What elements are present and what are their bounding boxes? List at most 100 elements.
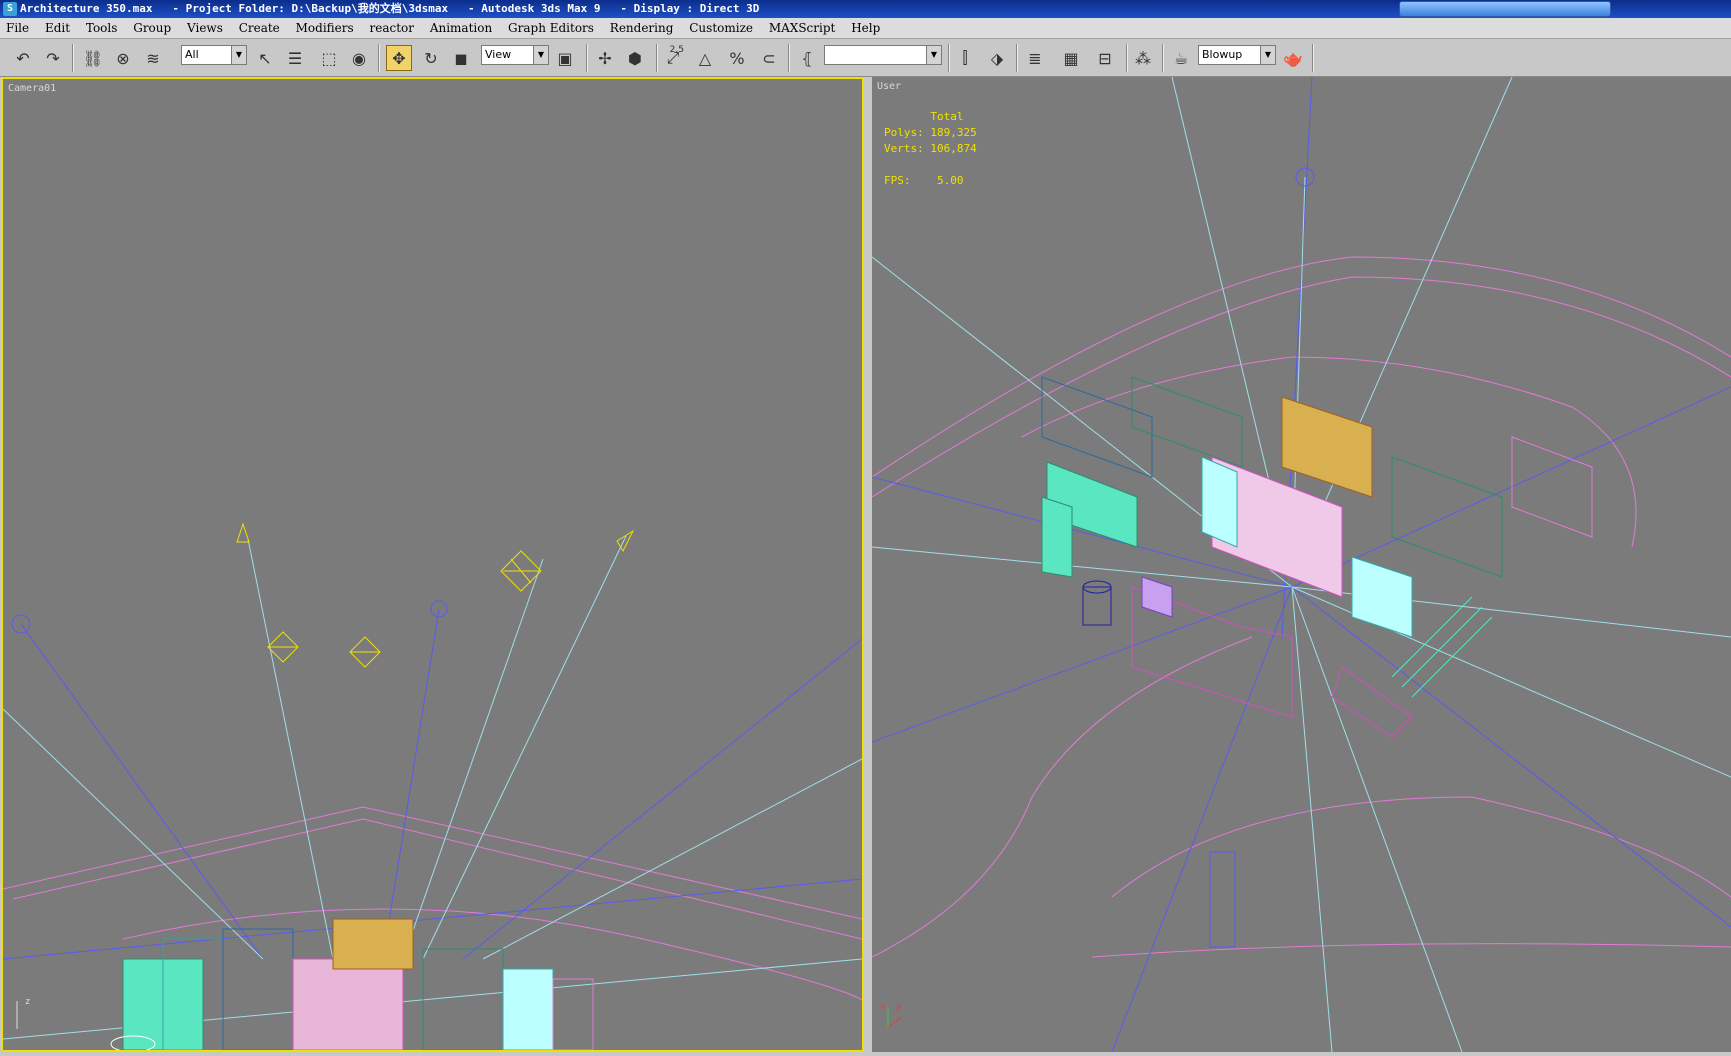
toolbar-separator [948, 44, 950, 72]
menu-views[interactable]: Views [181, 18, 229, 38]
menu-tools[interactable]: Tools [80, 18, 124, 38]
axis-y-label: y [896, 1002, 902, 1012]
building-cluster [1041, 376, 1593, 738]
edit-named-selection-icon[interactable]: ⦃ [794, 45, 820, 71]
plaza-outline [1331, 666, 1413, 738]
reference-coordinate-dropdown[interactable]: View ▼ [481, 45, 549, 65]
camera-sightline [20, 623, 264, 960]
axis-tripod: x y [880, 1002, 903, 1028]
menu-maxscript[interactable]: MAXScript [763, 18, 842, 38]
user-viewport-wireframe: x y [872, 77, 1731, 1052]
building-block [332, 918, 414, 970]
camera-sightline [462, 638, 862, 960]
schematic-view-icon[interactable]: ⊟ [1092, 45, 1118, 71]
redo-icon[interactable]: ↷ [40, 45, 66, 71]
light-ray [1291, 586, 1463, 1052]
select-by-name-icon[interactable]: ☰ [282, 45, 308, 71]
building-block [1351, 556, 1413, 638]
menu-rendering[interactable]: Rendering [604, 18, 680, 38]
menu-graph-editors[interactable]: Graph Editors [502, 18, 600, 38]
toolbar-separator [1016, 44, 1018, 72]
camera-viewport[interactable]: Camera01 z [1, 77, 864, 1052]
menu-file[interactable]: File [0, 18, 35, 38]
camera-sightline [247, 538, 334, 960]
angle-snap-icon[interactable]: △ [692, 45, 718, 71]
window-title-app: - Autodesk 3ds Max 9 [468, 2, 601, 15]
viewport-divider[interactable] [864, 77, 872, 1056]
site-boundary-line [3, 806, 862, 920]
menu-help[interactable]: Help [845, 18, 886, 38]
material-editor-icon[interactable]: ⁂ [1130, 45, 1156, 71]
select-and-scale-icon[interactable]: ◼ [448, 45, 474, 71]
menu-reactor[interactable]: reactor [363, 18, 420, 38]
select-object-icon[interactable]: ↖ [252, 45, 278, 71]
toolbar-separator [656, 44, 658, 72]
rectangular-selection-icon[interactable]: ⬚ [316, 45, 342, 71]
building-block [1391, 456, 1503, 578]
axis-z-label: z [25, 997, 30, 1007]
light-ray [872, 586, 1293, 743]
menu-group[interactable]: Group [127, 18, 177, 38]
curve-editor-icon[interactable]: ▦ [1058, 45, 1084, 71]
main-toolbar: ↶ ↷ ⛓ ⊗ ≋ All ▼ ↖ ☰ ⬚ ◉ ✥ ↻ ◼ View ▼ ▣ ✢ ⬢… [0, 39, 1731, 77]
menu-edit[interactable]: Edit [39, 18, 76, 38]
camera-sightline [422, 535, 627, 960]
toolbar-separator [788, 44, 790, 72]
pivot-point-icon[interactable]: ▣ [552, 45, 578, 71]
building-block [422, 948, 504, 1050]
building-block [1141, 576, 1173, 618]
selection-filter-value: All [185, 48, 199, 61]
render-scene-icon[interactable]: ☕ [1168, 45, 1194, 71]
user-viewport[interactable]: User Total Polys: 189,325 Verts: 106,874… [872, 77, 1731, 1052]
select-and-link-icon[interactable]: ⛓ [80, 45, 106, 71]
road-outline [122, 908, 862, 1009]
toolbar-separator [378, 44, 380, 72]
building-block [502, 968, 554, 1050]
road-outline [1091, 943, 1731, 958]
menu-animation[interactable]: Animation [424, 18, 498, 38]
render-type-dropdown[interactable]: Blowup ▼ [1198, 45, 1276, 65]
camera-sightline [3, 708, 264, 960]
selection-filter-dropdown[interactable]: All ▼ [181, 45, 247, 65]
menu-customize[interactable]: Customize [683, 18, 759, 38]
window-crossing-icon[interactable]: ◉ [346, 45, 372, 71]
building-block [1201, 456, 1238, 548]
select-and-move-icon[interactable]: ✥ [386, 45, 412, 71]
select-and-rotate-icon[interactable]: ↻ [418, 45, 444, 71]
window-title-display: - Display : Direct 3D [620, 2, 760, 15]
toolbar-separator [1162, 44, 1164, 72]
camera-sightline [382, 608, 440, 960]
snap-angle-label: 2.5 [669, 45, 684, 55]
layer-manager-icon[interactable]: ≣ [1022, 45, 1048, 71]
bind-space-warp-icon[interactable]: ≋ [140, 45, 166, 71]
building-block [292, 958, 404, 1050]
road-outline [872, 636, 1253, 958]
menu-create[interactable]: Create [233, 18, 286, 38]
mirror-icon[interactable]: ⫿ [952, 45, 978, 71]
camera-viewport-wireframe: z [3, 522, 862, 1050]
menu-modifiers[interactable]: Modifiers [290, 18, 360, 38]
percent-snap-icon[interactable]: % [724, 45, 750, 71]
snaps-toggle-icon[interactable]: 2.5 ⤢ [660, 45, 686, 71]
unlink-icon[interactable]: ⊗ [110, 45, 136, 71]
align-icon[interactable]: ⬗ [984, 45, 1010, 71]
keyboard-shortcut-icon[interactable]: ⬢ [622, 45, 648, 71]
window-title-file: Architecture 350.max [20, 2, 153, 15]
chevron-down-icon: ▼ [231, 46, 246, 64]
named-selection-dropdown[interactable]: ▼ [824, 45, 942, 65]
undo-icon[interactable]: ↶ [10, 45, 36, 71]
spinner-snap-icon[interactable]: ⊂ [756, 45, 782, 71]
manipulate-icon[interactable]: ✢ [592, 45, 618, 71]
building-block [552, 978, 594, 1050]
toolbar-separator [1312, 44, 1314, 72]
toolbar-separator [586, 44, 588, 72]
reference-coord-value: View [485, 48, 512, 61]
light-ray [1291, 586, 1731, 928]
menu-bar: File Edit Tools Group Views Create Modif… [0, 18, 1731, 39]
toolbar-separator [1126, 44, 1128, 72]
taskbar-button[interactable] [1399, 1, 1611, 17]
camera-cone-icon [236, 522, 250, 543]
chevron-down-icon: ▼ [1260, 46, 1275, 64]
quick-render-teapot-icon[interactable]: 🫖 [1280, 45, 1306, 71]
chevron-down-icon: ▼ [926, 46, 941, 64]
